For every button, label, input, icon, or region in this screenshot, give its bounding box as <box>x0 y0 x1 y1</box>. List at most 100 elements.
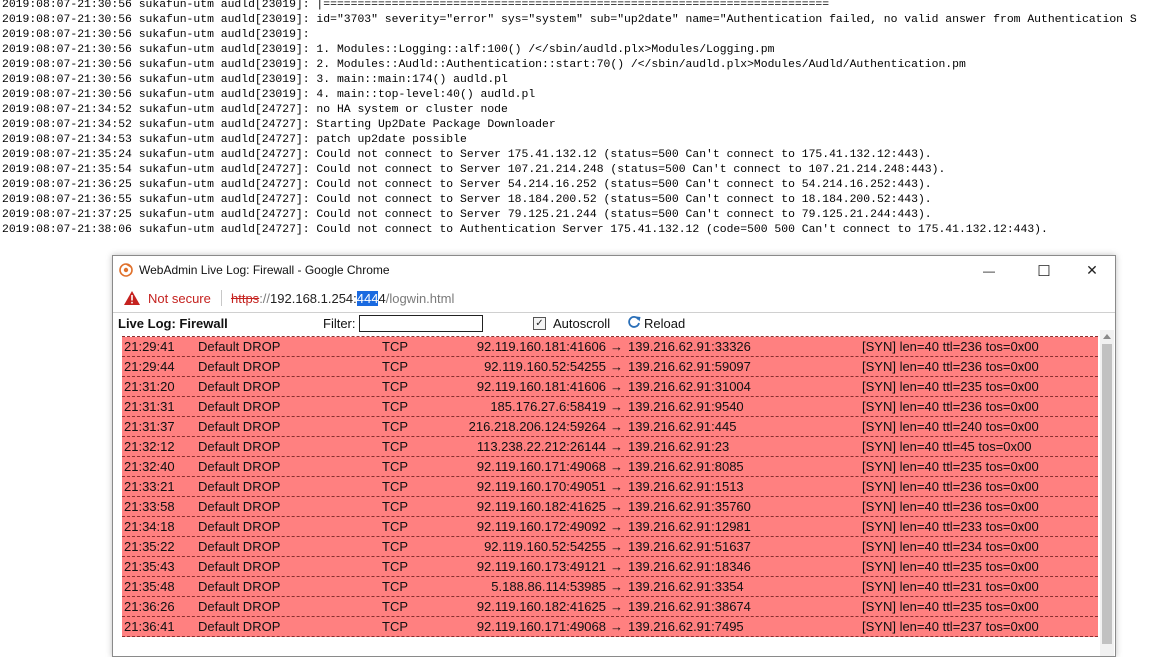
minimize-button[interactable]: — <box>966 256 1012 285</box>
log-action: Default DROP <box>198 459 281 474</box>
log-line: 2019:08:07-21:36:25 sukafun-utm audld[24… <box>2 179 932 191</box>
log-flags: [SYN] len=40 ttl=236 tos=0x00 <box>862 359 1039 374</box>
not-secure-label[interactable]: Not secure <box>148 291 211 306</box>
close-icon: ✕ <box>1086 262 1098 278</box>
reload-button[interactable]: Reload <box>644 316 685 331</box>
filter-label: Filter: <box>323 316 356 331</box>
log-protocol: TCP <box>382 559 408 574</box>
log-time: 21:29:41 <box>124 339 175 354</box>
log-time: 21:36:41 <box>124 619 175 634</box>
log-destination: 139.216.62.91:51637 <box>628 539 751 554</box>
log-flags: [SYN] len=40 ttl=240 tos=0x00 <box>862 419 1039 434</box>
url-scheme-separator: :// <box>259 291 271 306</box>
background-terminal-log: 2019:08:07-21:30:56 sukafun-utm audld[23… <box>2 0 1164 238</box>
autoscroll-checkbox[interactable]: ✓ <box>533 317 546 330</box>
log-line: 2019:08:07-21:30:56 sukafun-utm audld[23… <box>2 0 830 11</box>
log-time: 21:35:48 <box>124 579 175 594</box>
log-destination: 139.216.62.91:59097 <box>628 359 751 374</box>
log-arrow: → <box>610 579 623 594</box>
log-protocol: TCP <box>382 359 408 374</box>
log-flags: [SYN] len=40 ttl=233 tos=0x00 <box>862 519 1039 534</box>
log-line: 2019:08:07-21:30:56 sukafun-utm audld[23… <box>2 89 536 101</box>
address-separator <box>221 290 222 306</box>
log-flags: [SYN] len=40 ttl=236 tos=0x00 <box>862 479 1039 494</box>
log-protocol: TCP <box>382 499 408 514</box>
log-protocol: TCP <box>382 599 408 614</box>
url-port-rest: 4 <box>378 291 386 306</box>
log-time: 21:32:12 <box>124 439 175 454</box>
log-time: 21:34:18 <box>124 519 175 534</box>
log-destination: 139.216.62.91:35760 <box>628 499 751 514</box>
log-time: 21:36:26 <box>124 599 175 614</box>
log-time: 21:35:22 <box>124 539 175 554</box>
log-action: Default DROP <box>198 339 281 354</box>
log-flags: [SYN] len=40 ttl=45 tos=0x00 <box>862 439 1032 454</box>
log-time: 21:32:40 <box>124 459 175 474</box>
log-source: 92.119.160.181:41606 <box>476 339 606 354</box>
url-path: /logwin.html <box>385 291 455 306</box>
log-flags: [SYN] len=40 ttl=234 tos=0x00 <box>862 539 1039 554</box>
log-line: 2019:08:07-21:35:54 sukafun-utm audld[24… <box>2 164 946 176</box>
table-row: 21:32:40 Default DROP TCP 92.119.160.171:49… <box>122 457 1098 477</box>
log-source: 216.218.206.124:59264 <box>468 419 606 434</box>
autoscroll-label[interactable]: Autoscroll <box>553 316 610 331</box>
maximize-button[interactable]: ☐ <box>1021 256 1067 285</box>
log-destination: 139.216.62.91:33326 <box>628 339 751 354</box>
log-line: 2019:08:07-21:34:52 sukafun-utm audld[24… <box>2 104 508 116</box>
log-time: 21:35:43 <box>124 559 175 574</box>
log-destination: 139.216.62.91:3354 <box>628 579 744 594</box>
log-protocol: TCP <box>382 399 408 414</box>
log-arrow: → <box>610 619 623 634</box>
log-protocol: TCP <box>382 339 408 354</box>
log-protocol: TCP <box>382 579 408 594</box>
log-arrow: → <box>610 339 623 354</box>
filter-input[interactable] <box>359 315 483 332</box>
chrome-popup-window[interactable]: WebAdmin Live Log: Firewall - Google Chr… <box>112 255 1116 657</box>
reload-icon[interactable] <box>627 315 641 329</box>
log-flags: [SYN] len=40 ttl=235 tos=0x00 <box>862 379 1039 394</box>
table-row: 21:36:41 Default DROP TCP 92.119.160.171:49… <box>122 617 1098 637</box>
chrome-app-icon <box>119 263 133 277</box>
log-action: Default DROP <box>198 579 281 594</box>
log-arrow: → <box>610 559 623 574</box>
log-scrollbar[interactable] <box>1100 330 1114 656</box>
url-text[interactable]: https://192.168.1.254:4444/logwin.html <box>231 291 454 306</box>
log-source: 92.119.160.171:49068 <box>476 459 606 474</box>
scroll-up-icon[interactable] <box>1103 334 1111 339</box>
url-selection: 444 <box>356 291 379 306</box>
log-source: 113.238.22.212:26144 <box>476 439 606 454</box>
log-line: 2019:08:07-21:30:56 sukafun-utm audld[23… <box>2 14 1137 26</box>
log-source: 92.119.160.52:54255 <box>484 359 606 374</box>
close-button[interactable]: ✕ <box>1069 256 1115 285</box>
table-row: 21:33:58 Default DROP TCP 92.119.160.182:41… <box>122 497 1098 517</box>
log-arrow: → <box>610 399 623 414</box>
log-source: 92.119.160.171:49068 <box>476 619 606 634</box>
log-flags: [SYN] len=40 ttl=231 tos=0x00 <box>862 579 1039 594</box>
log-line: 2019:08:07-21:30:56 sukafun-utm audld[23… <box>2 59 966 71</box>
log-line: 2019:08:07-21:34:52 sukafun-utm audld[24… <box>2 119 556 131</box>
window-title: WebAdmin Live Log: Firewall - Google Chr… <box>139 263 390 277</box>
log-line: 2019:08:07-21:30:56 sukafun-utm audld[23… <box>2 74 508 86</box>
log-action: Default DROP <box>198 419 281 434</box>
log-arrow: → <box>610 539 623 554</box>
table-row: 21:35:22 Default DROP TCP 92.119.160.52:542… <box>122 537 1098 557</box>
scrollbar-thumb[interactable] <box>1102 344 1112 644</box>
log-line: 2019:08:07-21:37:25 sukafun-utm audld[24… <box>2 209 932 221</box>
log-time: 21:33:21 <box>124 479 175 494</box>
address-bar[interactable]: Not secure https://192.168.1.254:4444/lo… <box>113 285 1115 313</box>
warning-triangle-icon <box>124 291 140 305</box>
log-destination: 139.216.62.91:1513 <box>628 479 744 494</box>
log-arrow: → <box>610 519 623 534</box>
table-row: 21:31:37 Default DROP TCP 216.218.206.124:5… <box>122 417 1098 437</box>
log-protocol: TCP <box>382 419 408 434</box>
table-row: 21:29:41 Default DROP TCP 92.119.160.181:41… <box>122 337 1098 357</box>
log-line: 2019:08:07-21:38:06 sukafun-utm audld[24… <box>2 224 1048 236</box>
log-protocol: TCP <box>382 379 408 394</box>
log-source: 92.119.160.52:54255 <box>484 539 606 554</box>
log-source: 92.119.160.182:41625 <box>476 599 606 614</box>
log-destination: 139.216.62.91:12981 <box>628 519 751 534</box>
window-titlebar[interactable]: WebAdmin Live Log: Firewall - Google Chr… <box>113 256 1115 285</box>
log-action: Default DROP <box>198 359 281 374</box>
log-source: 185.176.27.6:58419 <box>490 399 606 414</box>
table-row: 21:34:18 Default DROP TCP 92.119.160.172:49… <box>122 517 1098 537</box>
